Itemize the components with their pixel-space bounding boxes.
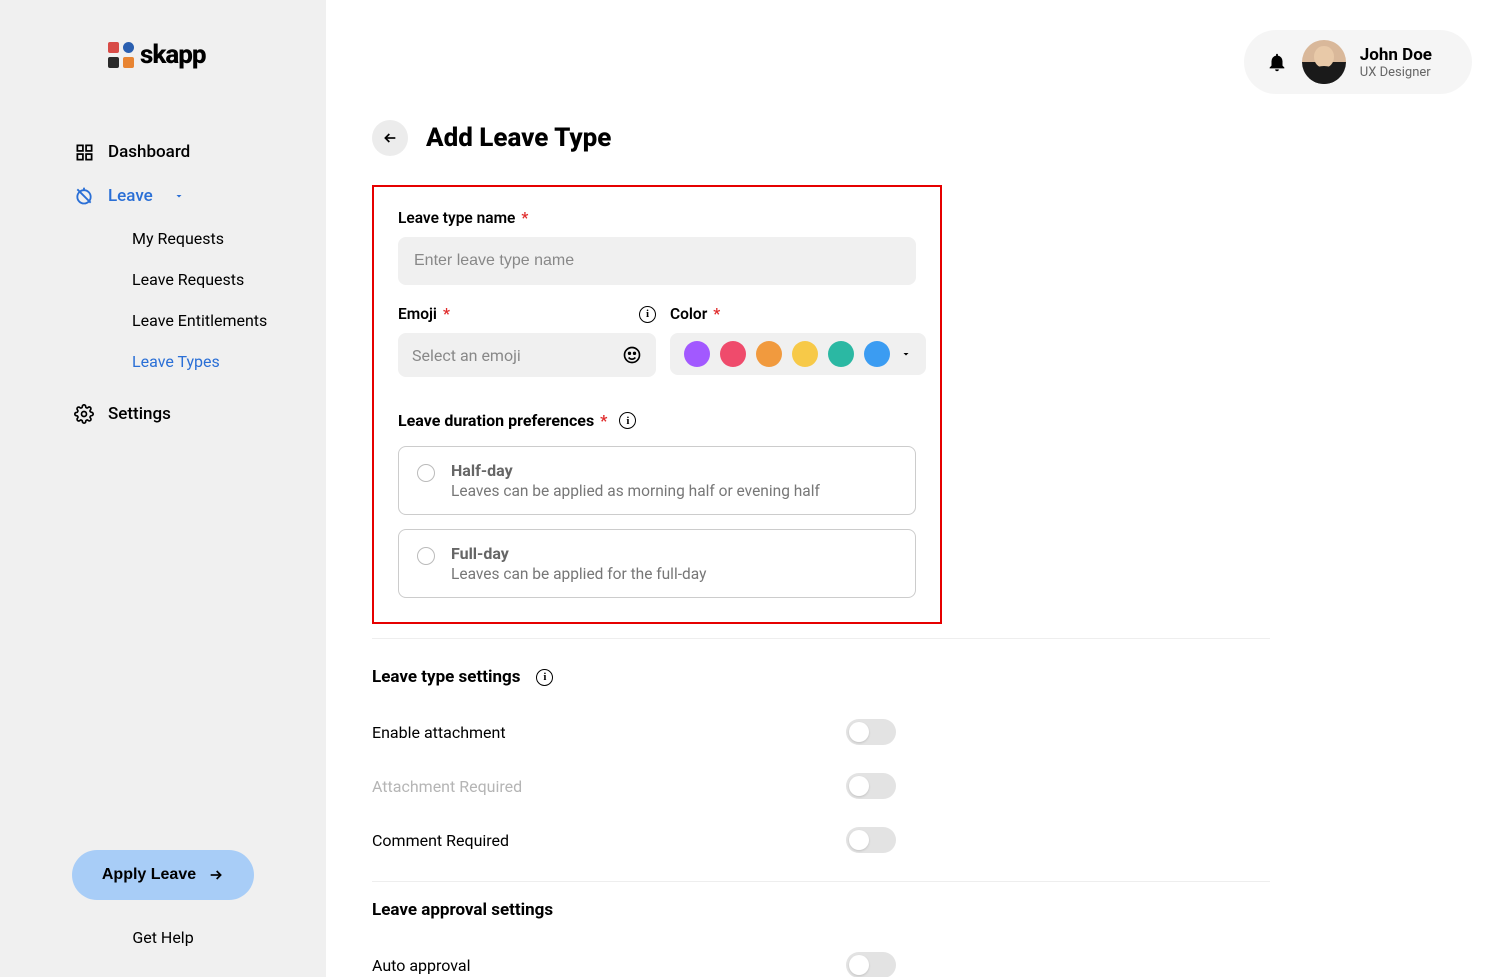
sidebar-bottom: Apply Leave Get Help bbox=[0, 850, 326, 947]
color-picker[interactable] bbox=[670, 333, 926, 375]
emoji-placeholder: Select an emoji bbox=[412, 346, 521, 365]
brand-name: skapp bbox=[140, 40, 206, 70]
duration-half-day[interactable]: Half-day Leaves can be applied as mornin… bbox=[398, 446, 916, 515]
caret-down-icon[interactable] bbox=[900, 348, 912, 360]
back-button[interactable] bbox=[372, 120, 408, 156]
leave-type-name-input[interactable] bbox=[398, 237, 916, 285]
toggle-label: Enable attachment bbox=[372, 723, 506, 742]
topbar: John Doe UX Designer bbox=[326, 0, 1512, 94]
logo: skapp bbox=[0, 40, 326, 70]
info-icon[interactable]: i bbox=[536, 669, 553, 686]
emoji-selector[interactable]: Select an emoji bbox=[398, 333, 656, 377]
color-option[interactable] bbox=[864, 341, 890, 367]
nav-leave-types[interactable]: Leave Types bbox=[132, 341, 326, 382]
toggle-switch[interactable] bbox=[846, 773, 896, 799]
info-icon[interactable]: i bbox=[639, 306, 656, 323]
emoji-label: Emoji * i bbox=[398, 305, 656, 323]
nav-label: Leave bbox=[108, 186, 153, 206]
toggle-enable-attachment: Enable attachment bbox=[372, 709, 896, 763]
page-header: Add Leave Type bbox=[326, 94, 1512, 186]
sidebar: skapp Dashboard Leave My Requests Leave … bbox=[0, 0, 326, 977]
arrow-left-icon bbox=[382, 130, 398, 146]
info-icon[interactable]: i bbox=[619, 412, 636, 429]
apply-leave-button[interactable]: Apply Leave bbox=[72, 850, 254, 900]
user-name: John Doe bbox=[1360, 45, 1432, 65]
type-settings: Leave type settings i Enable attachment … bbox=[326, 667, 942, 871]
name-label: Leave type name * bbox=[398, 209, 916, 227]
divider bbox=[372, 881, 1270, 882]
user-chip[interactable]: John Doe UX Designer bbox=[1244, 30, 1472, 94]
color-option[interactable] bbox=[792, 341, 818, 367]
toggle-label: Comment Required bbox=[372, 831, 509, 850]
toggle-label: Attachment Required bbox=[372, 777, 522, 796]
color-option[interactable] bbox=[756, 341, 782, 367]
nav-my-requests[interactable]: My Requests bbox=[132, 218, 326, 259]
toggle-comment-required: Comment Required bbox=[372, 817, 896, 871]
user-info: John Doe UX Designer bbox=[1360, 45, 1432, 80]
required-marker: * bbox=[600, 411, 607, 430]
approval-settings: Leave approval settings Auto approval bbox=[326, 900, 942, 977]
arrow-right-icon bbox=[208, 867, 224, 883]
color-option[interactable] bbox=[828, 341, 854, 367]
avatar bbox=[1302, 40, 1346, 84]
option-title: Full-day bbox=[451, 544, 706, 563]
chevron-down-icon bbox=[173, 190, 185, 202]
nav-entitlements[interactable]: Leave Entitlements bbox=[132, 300, 326, 341]
radio-icon bbox=[417, 547, 435, 565]
type-settings-heading: Leave type settings i bbox=[372, 667, 896, 687]
apply-leave-label: Apply Leave bbox=[102, 866, 196, 884]
color-option[interactable] bbox=[684, 341, 710, 367]
color-label: Color * bbox=[670, 305, 926, 323]
nav: Dashboard Leave My Requests Leave Reques… bbox=[0, 130, 326, 850]
nav-leave-requests[interactable]: Leave Requests bbox=[132, 259, 326, 300]
nav-leave-sub: My Requests Leave Requests Leave Entitle… bbox=[74, 218, 326, 382]
toggle-switch[interactable] bbox=[846, 719, 896, 745]
required-marker: * bbox=[713, 305, 720, 323]
option-desc: Leaves can be applied for the full-day bbox=[451, 565, 706, 583]
highlighted-form-area: Leave type name * Emoji * i Select an em… bbox=[372, 185, 942, 624]
toggle-switch[interactable] bbox=[846, 952, 896, 977]
main: John Doe UX Designer Add Leave Type Leav… bbox=[326, 0, 1512, 977]
divider bbox=[372, 638, 1270, 639]
leave-icon bbox=[74, 186, 94, 206]
duration-full-day[interactable]: Full-day Leaves can be applied for the f… bbox=[398, 529, 916, 598]
dashboard-icon bbox=[74, 142, 94, 162]
nav-leave[interactable]: Leave bbox=[74, 174, 326, 218]
toggle-attachment-required: Attachment Required bbox=[372, 763, 896, 817]
gear-icon bbox=[74, 404, 94, 424]
toggle-auto-approval: Auto approval bbox=[372, 942, 896, 977]
logo-mark-icon bbox=[108, 42, 134, 68]
smiley-icon bbox=[622, 345, 642, 365]
option-desc: Leaves can be applied as morning half or… bbox=[451, 482, 820, 500]
nav-label: Dashboard bbox=[108, 142, 190, 162]
form-section: Leave type name * Emoji * i Select an em… bbox=[326, 185, 1512, 624]
option-title: Half-day bbox=[451, 461, 820, 480]
get-help-link[interactable]: Get Help bbox=[72, 928, 254, 947]
nav-dashboard[interactable]: Dashboard bbox=[74, 130, 326, 174]
bell-icon[interactable] bbox=[1266, 51, 1288, 73]
required-marker: * bbox=[443, 305, 450, 323]
approval-heading: Leave approval settings bbox=[372, 900, 896, 920]
color-option[interactable] bbox=[720, 341, 746, 367]
radio-icon bbox=[417, 464, 435, 482]
duration-label: Leave duration preferences * i bbox=[398, 411, 916, 430]
toggle-label: Auto approval bbox=[372, 956, 471, 975]
nav-settings[interactable]: Settings bbox=[74, 392, 326, 436]
user-role: UX Designer bbox=[1360, 65, 1432, 80]
toggle-switch[interactable] bbox=[846, 827, 896, 853]
nav-label: Settings bbox=[108, 404, 171, 424]
required-marker: * bbox=[521, 209, 528, 227]
page-title: Add Leave Type bbox=[426, 123, 611, 153]
